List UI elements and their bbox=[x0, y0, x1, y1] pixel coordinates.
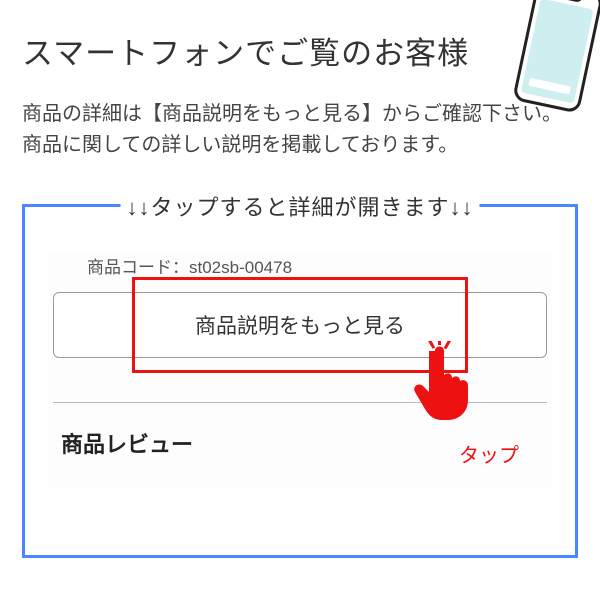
intro-line-2: 商品に関しての詳しい説明を掲載しております。 bbox=[22, 130, 578, 161]
example-panel: 商品コード：st02sb-00478 商品説明をもっと見る タップ 商品レビュー bbox=[47, 253, 553, 487]
show-more-button-label: 商品説明をもっと見る bbox=[195, 310, 405, 340]
intro-line-1: 商品の詳細は【商品説明をもっと見る】からご確認下さい。 bbox=[22, 99, 578, 130]
show-more-button[interactable]: 商品説明をもっと見る bbox=[53, 292, 547, 358]
intro-text: 商品の詳細は【商品説明をもっと見る】からご確認下さい。 商品に関しての詳しい説明… bbox=[0, 73, 600, 161]
box-legend: ↓↓タップすると詳細が開きます↓↓ bbox=[120, 190, 479, 222]
page-title: スマートフォンでご覧のお客様 bbox=[22, 36, 469, 71]
tap-label: タップ bbox=[459, 439, 519, 468]
product-code-label: 商品コード： bbox=[87, 258, 189, 277]
product-code: 商品コード：st02sb-00478 bbox=[47, 253, 553, 292]
instruction-box: ↓↓タップすると詳細が開きます↓↓ 商品コード：st02sb-00478 商品説… bbox=[22, 204, 578, 558]
product-code-value: st02sb-00478 bbox=[189, 258, 292, 277]
